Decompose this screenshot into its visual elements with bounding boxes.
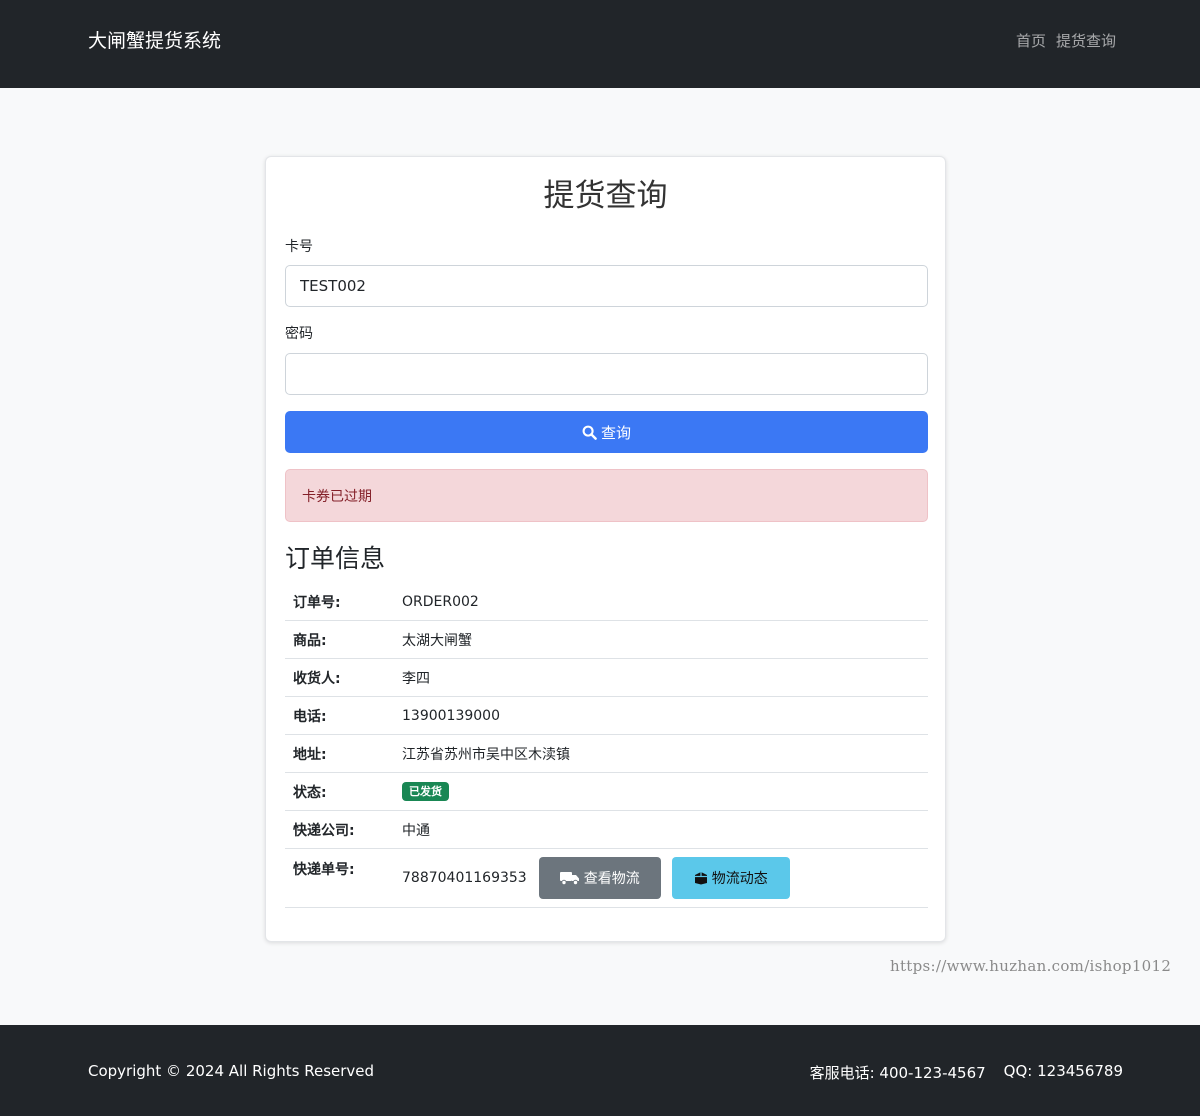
brand-title[interactable]: 大闸蟹提货系统 — [88, 28, 221, 54]
logistics-updates-button[interactable]: 物流动态 — [671, 857, 790, 899]
table-row: 地址: 江苏省苏州市吴中区木渎镇 — [285, 735, 928, 773]
order-info-table: 订单号: ORDER002 商品: 太湖大闸蟹 收货人: 李四 电话: 1390… — [285, 583, 928, 908]
query-card: 提货查询 卡号 密码 查询 卡券已过期 订单信息 订单号: ORDER002 商… — [265, 156, 946, 942]
address-value: 江苏省苏州市吴中区木渎镇 — [402, 746, 570, 763]
tracking-number-value: 78870401169353 — [402, 870, 527, 886]
search-icon — [582, 425, 597, 440]
table-row: 快递公司: 中通 — [285, 811, 928, 849]
courier-label: 快递公司: — [293, 822, 355, 839]
table-row: 商品: 太湖大闸蟹 — [285, 621, 928, 659]
phone-value: 13900139000 — [402, 707, 500, 724]
table-row: 订单号: ORDER002 — [285, 583, 928, 621]
nav-link-pickup-query[interactable]: 提货查询 — [1056, 30, 1116, 52]
product-label: 商品: — [293, 632, 327, 649]
status-cell: 已发货 — [402, 782, 449, 801]
card-number-input[interactable] — [285, 265, 928, 307]
status-label: 状态: — [293, 784, 327, 801]
tracking-number-label: 快递单号: — [293, 862, 355, 878]
qq-number: QQ: 123456789 — [1003, 1062, 1123, 1080]
footer: Copyright © 2024 All Rights Reserved 客服电… — [0, 1025, 1200, 1116]
query-button[interactable]: 查询 — [285, 411, 928, 453]
table-row: 状态: 已发货 — [285, 773, 928, 811]
courier-value: 中通 — [402, 822, 430, 839]
address-label: 地址: — [293, 746, 327, 763]
nav-link-home[interactable]: 首页 — [1016, 30, 1046, 52]
card-number-label: 卡号 — [285, 239, 313, 255]
alert-text: 卡券已过期 — [302, 488, 372, 505]
recipient-label: 收货人: — [293, 670, 341, 687]
page-title: 提货查询 — [543, 178, 668, 214]
recipient-value: 李四 — [402, 670, 430, 687]
phone-label: 电话: — [293, 708, 327, 725]
table-row: 收货人: 李四 — [285, 659, 928, 697]
nav-links: 首页 提货查询 — [1016, 30, 1116, 52]
contact-info: 客服电话: 400-123-4567 QQ: 123456789 — [810, 1062, 1123, 1083]
box-icon — [694, 871, 708, 885]
password-label: 密码 — [285, 326, 313, 342]
service-phone: 客服电话: 400-123-4567 — [809, 1064, 986, 1082]
password-input[interactable] — [285, 353, 928, 395]
product-value: 太湖大闸蟹 — [402, 632, 472, 649]
table-row: 电话: 13900139000 — [285, 697, 928, 735]
copyright-text: Copyright © 2024 All Rights Reserved — [88, 1062, 375, 1080]
logistics-updates-label: 物流动态 — [711, 871, 768, 887]
top-navbar: 大闸蟹提货系统 首页 提货查询 — [0, 0, 1200, 88]
view-logistics-label: 查看物流 — [583, 871, 640, 887]
tracking-cell: 78870401169353 查看物流 物流动态 — [402, 849, 790, 899]
table-row: 快递单号: 78870401169353 查看物流 物流动态 — [285, 849, 928, 908]
query-button-label: 查询 — [600, 423, 631, 442]
expired-alert: 卡券已过期 — [285, 469, 928, 522]
watermark-url: https://www.huzhan.com/ishop1012 — [890, 957, 1172, 975]
order-number-label: 订单号: — [293, 594, 341, 611]
view-logistics-button[interactable]: 查看物流 — [538, 857, 661, 899]
order-info-title: 订单信息 — [285, 544, 386, 573]
status-badge: 已发货 — [402, 782, 449, 801]
order-number-value: ORDER002 — [402, 593, 479, 610]
truck-icon — [559, 871, 580, 885]
